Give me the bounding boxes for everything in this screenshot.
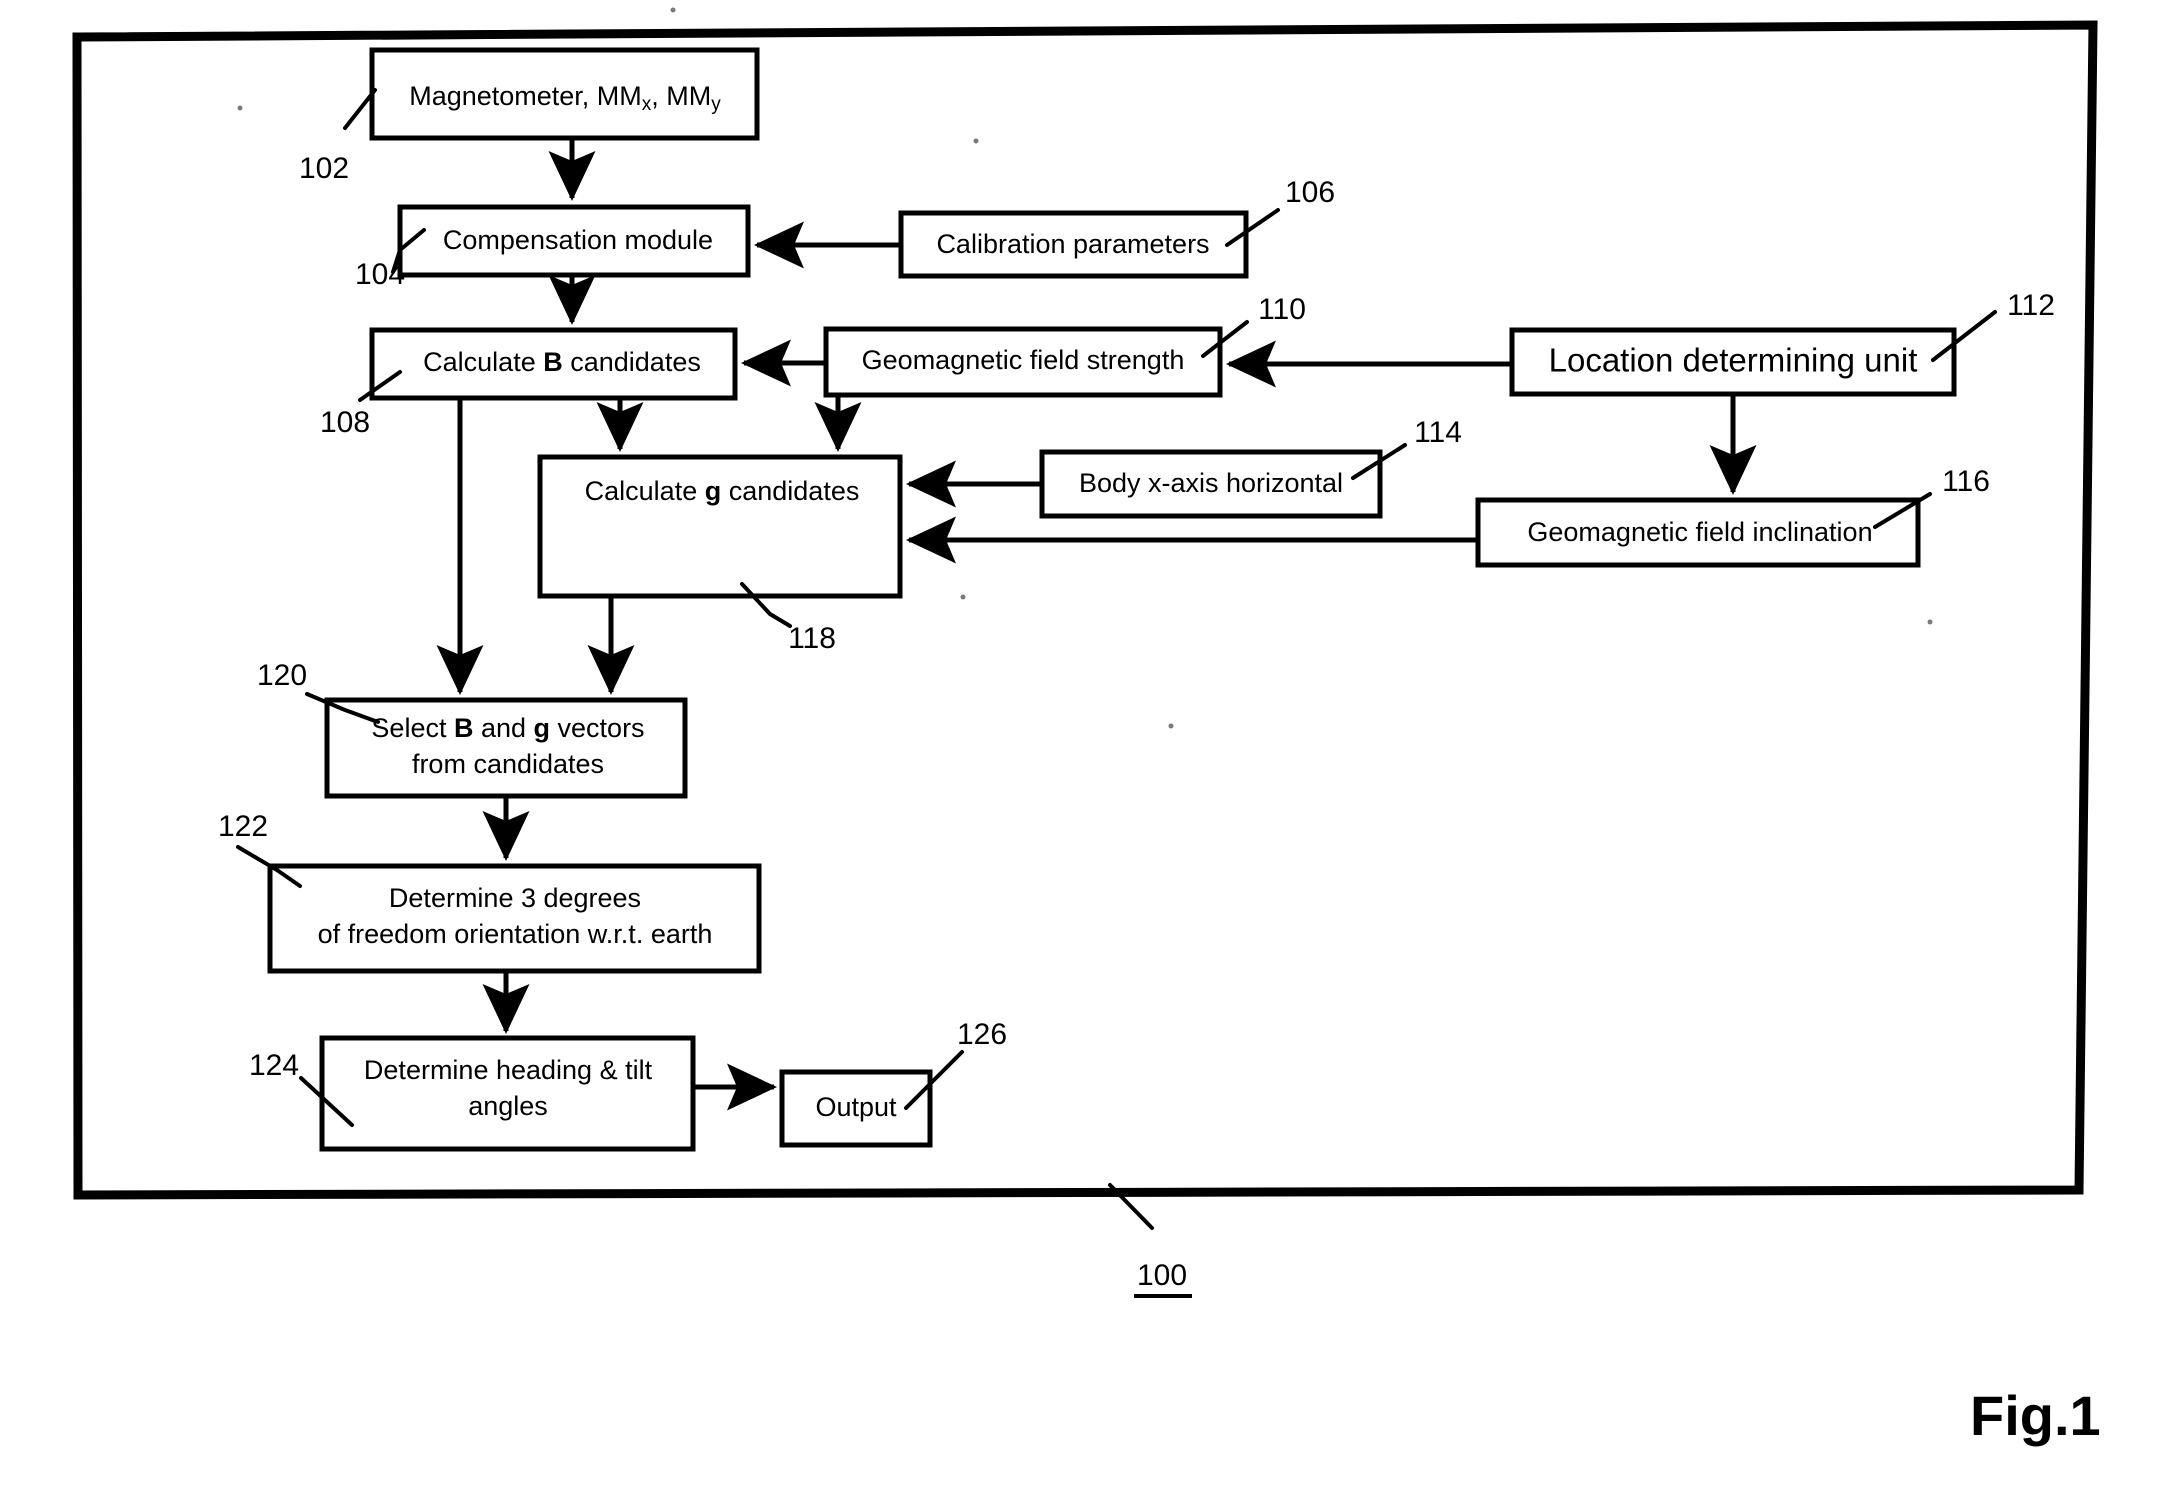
location-determining-unit-label: Location determining unit bbox=[1549, 342, 1918, 379]
calcb-label-a: Calculate bbox=[423, 347, 543, 377]
geomagnetic-field-inclination-label: Geomagnetic field inclination bbox=[1527, 517, 1872, 547]
block-calculate-b-candidates[interactable]: Calculate B candidates bbox=[369, 327, 738, 401]
magnetometer-label-sub-y: y bbox=[711, 94, 721, 115]
calcb-label-b: B bbox=[543, 347, 563, 377]
ref-number-110: 110 bbox=[1258, 293, 1306, 326]
body-x-axis-horizontal-label: Body x-axis horizontal bbox=[1079, 468, 1343, 498]
ref-number-108: 108 bbox=[320, 406, 370, 439]
scan-speck bbox=[973, 138, 979, 144]
ref-number-104: 104 bbox=[355, 258, 405, 291]
select-label-b: B bbox=[454, 713, 474, 743]
determine-heading-label-line1: Determine heading & tilt bbox=[364, 1055, 653, 1085]
ref-number-112: 112 bbox=[2007, 289, 2055, 322]
ref-number-126: 126 bbox=[957, 1018, 1007, 1051]
scan-speck bbox=[1927, 619, 1933, 625]
figure-caption: Fig.1 bbox=[1970, 1384, 2101, 1447]
determine-3dof-label-line1: Determine 3 degrees bbox=[389, 883, 641, 913]
ref-number-100: 100 bbox=[1137, 1259, 1187, 1292]
magnetometer-label-prefix: Magnetometer, MM bbox=[409, 81, 642, 111]
select-label-e: vectors bbox=[550, 713, 645, 743]
scan-speck bbox=[960, 594, 966, 600]
block-body-x-axis-horizontal[interactable]: Body x-axis horizontal bbox=[1039, 449, 1383, 519]
block-calibration-parameters[interactable]: Calibration parameters bbox=[898, 210, 1249, 279]
geomagnetic-field-strength-label: Geomagnetic field strength bbox=[862, 345, 1185, 375]
select-label-d: g bbox=[534, 713, 551, 743]
ref-number-102: 102 bbox=[299, 152, 349, 185]
block-location-determining-unit[interactable]: Location determining unit bbox=[1509, 327, 1957, 397]
select-label-line2: from candidates bbox=[412, 749, 604, 779]
svg-text:Calculate g candidates: Calculate g candidates bbox=[585, 476, 860, 506]
system-boundary-frame bbox=[72, 20, 2098, 1200]
ref-number-120: 120 bbox=[257, 659, 307, 692]
block-compensation-module[interactable]: Compensation module bbox=[397, 204, 751, 278]
ref-number-116: 116 bbox=[1942, 465, 1990, 498]
calcb-label-c: candidates bbox=[563, 347, 701, 377]
ref-number-124: 124 bbox=[249, 1049, 299, 1082]
output-label: Output bbox=[815, 1092, 897, 1122]
scan-speck bbox=[1168, 723, 1174, 729]
compensation-module-label: Compensation module bbox=[443, 225, 713, 255]
select-label-a: Select bbox=[371, 713, 454, 743]
determine-heading-label-line2: angles bbox=[468, 1091, 548, 1121]
block-magnetometer[interactable]: Magnetometer, MMx, MMy bbox=[369, 47, 760, 141]
calcg-label-b: g bbox=[705, 476, 722, 506]
svg-text:Calculate B candidates: Calculate B candidates bbox=[423, 347, 701, 377]
ref-number-114: 114 bbox=[1414, 416, 1462, 449]
calcg-label-c: candidates bbox=[721, 476, 859, 506]
ref-number-122: 122 bbox=[218, 810, 268, 843]
block-determine-heading-tilt-angles[interactable]: Determine heading & tilt angles bbox=[319, 1035, 696, 1152]
block-geomagnetic-field-inclination[interactable]: Geomagnetic field inclination bbox=[1475, 497, 1921, 568]
svg-text:Magnetometer, MMx, MMy: Magnetometer, MMx, MMy bbox=[409, 81, 721, 115]
scan-speck bbox=[237, 105, 243, 111]
block-geomagnetic-field-strength[interactable]: Geomagnetic field strength bbox=[823, 326, 1223, 398]
block-determine-3dof-orientation[interactable]: Determine 3 degrees of freedom orientati… bbox=[267, 863, 762, 974]
calibration-parameters-label: Calibration parameters bbox=[936, 229, 1209, 259]
svg-text:Select B and g vectors: Select B and g vectors bbox=[371, 713, 644, 743]
block-select-b-and-g-vectors[interactable]: Select B and g vectors from candidates bbox=[324, 697, 688, 799]
select-label-c: and bbox=[473, 713, 533, 743]
magnetometer-label-mid: , MM bbox=[651, 81, 711, 111]
flowchart-diagram: Magnetometer, MMx, MMy 102 Compensation … bbox=[72, 7, 2101, 1447]
scan-speck bbox=[670, 7, 676, 13]
ref-number-118: 118 bbox=[788, 622, 836, 655]
patent-figure: Magnetometer, MMx, MMy 102 Compensation … bbox=[0, 0, 2183, 1505]
magnetometer-label-sub-x: x bbox=[642, 94, 652, 115]
calcg-label-a: Calculate bbox=[585, 476, 705, 506]
block-calculate-g-candidates[interactable]: Calculate g candidates bbox=[537, 454, 903, 599]
determine-3dof-label-line2: of freedom orientation w.r.t. earth bbox=[318, 919, 713, 949]
ref-number-106: 106 bbox=[1285, 176, 1335, 209]
